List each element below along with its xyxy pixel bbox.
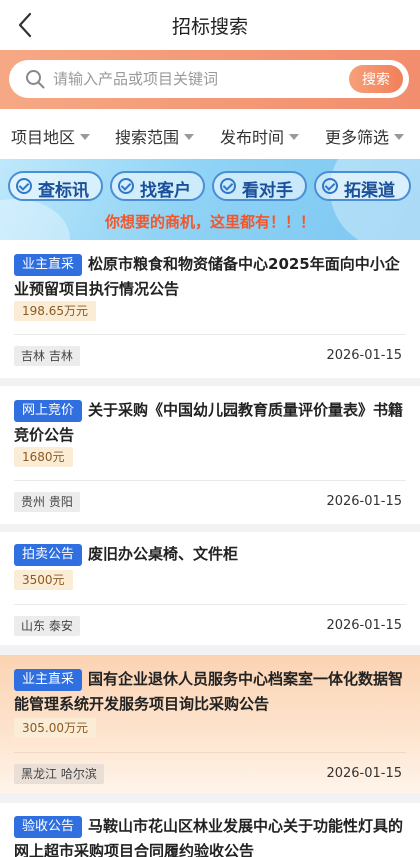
filter-label: 搜索范围: [115, 128, 180, 147]
listing-card[interactable]: 拍卖公告 废旧办公桌椅、文件柜 3500元 山东 泰安 2026-01-15: [0, 532, 420, 645]
search-icon: [26, 70, 45, 89]
divider: [14, 480, 406, 481]
filter-more[interactable]: 更多筛选: [325, 124, 405, 148]
listing-date: 2026-01-15: [326, 348, 402, 363]
pill-label: 拓渠道: [344, 181, 395, 201]
filter-search-scope[interactable]: 搜索范围: [115, 124, 195, 148]
listing-amount: 3500元: [14, 570, 73, 590]
banner-pill-bid-info: 查标讯: [8, 171, 103, 201]
listing-title: 关于采购《中国幼儿园教育质量评价量表》书籍竞价公告: [14, 401, 404, 444]
listing-region: 贵州 贵阳: [14, 492, 80, 512]
listing-card[interactable]: 业主直采 松原市粮食和物资储备中心2025年面向中小企业预留项目执行情况公告 1…: [0, 240, 420, 378]
banner-pill-channels: 拓渠道: [314, 171, 411, 201]
search-band: 搜索: [0, 50, 420, 109]
check-circle-icon: [322, 178, 338, 194]
filter-project-region[interactable]: 项目地区: [11, 124, 91, 148]
listing-date: 2026-01-15: [326, 494, 402, 509]
banner-pill-find-clients: 找客户: [110, 171, 205, 201]
filter-publish-time[interactable]: 发布时间: [220, 124, 300, 148]
listing-date: 2026-01-15: [326, 618, 402, 633]
listing-amount: 198.65万元: [14, 301, 96, 321]
check-circle-icon: [16, 178, 32, 194]
nav-bar: 招标搜索: [0, 0, 420, 50]
banner-slogan: 你想要的商机，这里都有！！！: [104, 213, 315, 231]
pill-label: 看对手: [242, 181, 293, 201]
caret-down-icon: [184, 133, 195, 140]
listing-region: 黑龙江 哈尔滨: [14, 764, 104, 784]
promo-banner[interactable]: 查标讯 找客户 看对手 拓渠道 你想要的商机，这里都有！！！: [0, 159, 420, 240]
banner-pill-competitors: 看对手: [212, 171, 307, 201]
listing-card[interactable]: 网上竞价 关于采购《中国幼儿园教育质量评价量表》书籍竞价公告 1680元 贵州 …: [0, 386, 420, 524]
listing-amount: 305.00万元: [14, 718, 96, 738]
listing-date: 2026-01-15: [326, 766, 402, 781]
listing-card[interactable]: 验收公告 马鞍山市花山区林业发展中心关于功能性灯具的网上超市采购项目合同履约验收…: [0, 803, 420, 857]
search-button[interactable]: 搜索: [349, 65, 403, 93]
listing-title: 松原市粮食和物资储备中心2025年面向中小企业预留项目执行情况公告: [14, 255, 400, 298]
listing-title: 废旧办公桌椅、文件柜: [88, 545, 239, 563]
search-box[interactable]: 搜索: [9, 60, 409, 98]
pill-label: 查标讯: [38, 181, 89, 201]
listing-card-highlighted[interactable]: 业主直采 国有企业退休人员服务中心档案室一体化数据智能管理系统开发服务项目询比采…: [0, 655, 420, 793]
caret-down-icon: [80, 133, 91, 140]
check-circle-icon: [118, 178, 134, 194]
caret-down-icon: [289, 133, 300, 140]
divider: [14, 604, 406, 605]
caret-down-icon: [394, 133, 405, 140]
check-circle-icon: [220, 178, 236, 194]
divider: [14, 752, 406, 753]
divider: [14, 334, 406, 335]
listing-title: 马鞍山市花山区林业发展中心关于功能性灯具的网上超市采购项目合同履约验收公告: [14, 817, 404, 857]
listing-region: 山东 泰安: [14, 616, 80, 636]
listing-region: 吉林 吉林: [14, 346, 80, 366]
listing-amount: 1680元: [14, 447, 73, 467]
search-input[interactable]: [53, 60, 343, 98]
filter-label: 更多筛选: [325, 128, 390, 147]
filter-bar: 项目地区 搜索范围 发布时间 更多筛选: [0, 109, 420, 159]
pill-label: 找客户: [140, 181, 191, 201]
filter-label: 发布时间: [220, 128, 285, 147]
filter-label: 项目地区: [11, 128, 76, 147]
page-title: 招标搜索: [171, 16, 248, 38]
listing-title: 国有企业退休人员服务中心档案室一体化数据智能管理系统开发服务项目询比采购公告: [14, 670, 404, 713]
